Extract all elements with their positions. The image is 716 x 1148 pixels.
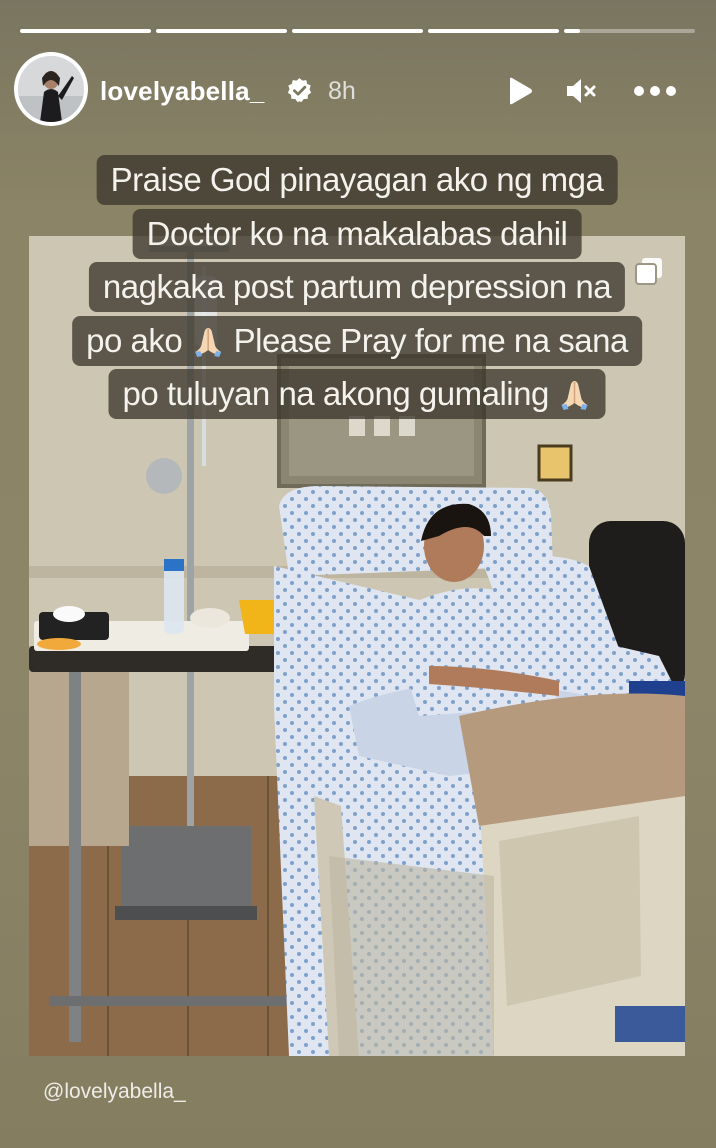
progress-segment [20,29,151,33]
folded-hands-emoji [194,328,221,357]
progress-segment [564,29,695,33]
avatar[interactable] [14,52,88,126]
play-icon[interactable] [502,74,536,108]
progress-segment [156,29,287,33]
story-progress-bar [20,29,695,33]
post-time: 8h [328,77,356,105]
username[interactable]: lovelyabella_ [100,76,264,107]
caption-line: po ako Please Pray for me na sana [72,316,642,366]
verified-badge-icon [287,78,312,103]
credit-text: @lovelyabella_ [43,1080,186,1103]
avatar-image [18,56,84,122]
progress-segment [292,29,423,33]
folded-hands-emoji [561,381,588,410]
story-header: lovelyabella_ 8h [14,52,696,128]
more-icon[interactable] [632,74,678,108]
caption-line: Doctor ko na makalabas dahil [132,209,582,259]
caption-line: nagkaka post partum depression na [88,262,626,312]
progress-segment [428,29,559,33]
caption-line-text: po tuluyan na akong gumaling [122,375,550,412]
caption-line-text: po ako [86,322,183,359]
caption-line-text: Please Pray for me na sana [233,322,629,359]
caption-line: Praise God pinayagan ako ng mga [96,155,618,205]
multiple-photos-icon [635,258,662,285]
caption-line: po tuluyan na akong gumaling [108,369,606,419]
mute-icon[interactable] [564,74,598,108]
